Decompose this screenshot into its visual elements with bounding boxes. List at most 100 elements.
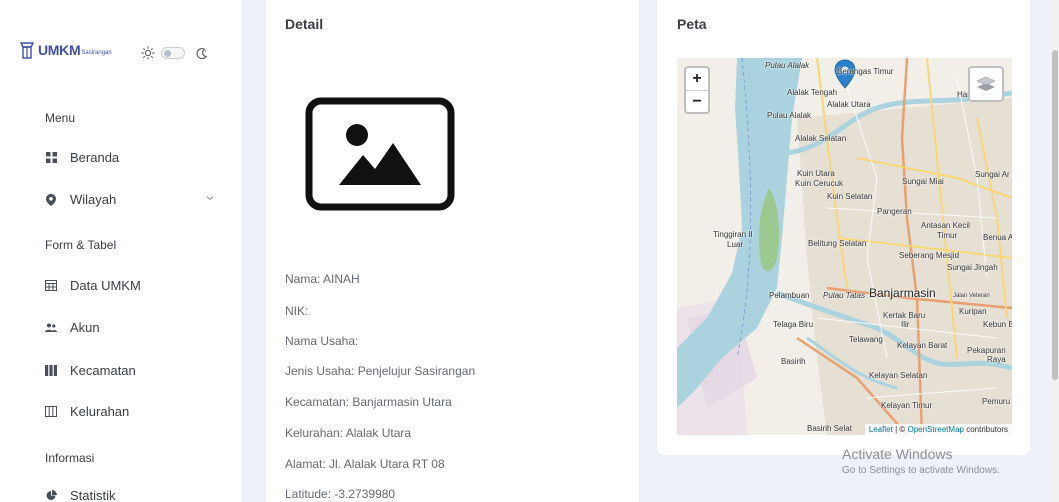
map-card: Peta Pulau Alalak Berangas Timur Alalak …	[657, 0, 1030, 455]
columns-icon	[45, 365, 57, 377]
map-label: Basirih Selat	[807, 424, 852, 433]
map-label: Pulau Alalak	[765, 61, 810, 70]
theme-switcher	[141, 46, 208, 60]
map-label: Kelayan Barat	[897, 341, 948, 350]
leaflet-link[interactable]: Leaflet	[869, 425, 893, 434]
map-label: Pemuru	[982, 397, 1011, 406]
sidebar-item-label: Beranda	[70, 150, 120, 165]
sidebar-item-label: Kecamatan	[70, 363, 136, 378]
brand-sub: Sasirangan	[81, 50, 112, 56]
zoom-control: + −	[684, 66, 710, 114]
map-label: Banjarmasin	[869, 286, 936, 300]
map-label: Pangeran	[877, 207, 912, 216]
field-latitude: Latitude: -3.2739980	[285, 487, 396, 501]
sidebar-section-form-tabel: Form & Tabel	[45, 238, 117, 252]
map-attribution: Leaflet | © OpenStreetMap contributors	[864, 424, 1012, 435]
map-label: Pekapuran	[967, 346, 1006, 355]
sidebar-item-label: Wilayah	[70, 192, 117, 207]
map-label: Timur	[937, 231, 958, 240]
map-label: Jalan Veteran	[953, 293, 990, 299]
map-label: Alalak Selatan	[795, 134, 847, 143]
field-kecamatan: Kecamatan: Banjarmasin Utara	[285, 395, 452, 409]
sidebar-item-statistik[interactable]: Statistik	[45, 488, 215, 502]
detail-title: Detail	[285, 16, 324, 32]
sidebar-item-label: Data UMKM	[70, 278, 141, 293]
map-label: Ilir	[901, 320, 910, 329]
map-label: Kertak Baru	[883, 311, 926, 320]
sidebar-item-kecamatan[interactable]: Kecamatan	[45, 363, 215, 378]
chevron-down-icon	[206, 196, 214, 201]
columns-outline-icon	[45, 406, 57, 418]
sidebar-item-wilayah[interactable]: Wilayah	[45, 192, 215, 207]
field-jenis-usaha: Jenis Usaha: Penjelujur Sasirangan	[285, 364, 476, 378]
osm-link[interactable]: OpenStreetMap	[907, 425, 963, 434]
grid-icon	[45, 152, 57, 164]
layers-button[interactable]	[968, 66, 1004, 102]
image-placeholder-icon	[305, 97, 455, 211]
page-scrollbar[interactable]	[1051, 0, 1059, 502]
map-label: Telaga Biru	[773, 320, 814, 329]
brand-logo-icon	[19, 42, 35, 59]
map-label: Luar	[727, 240, 744, 249]
pie-chart-icon	[45, 490, 57, 502]
zoom-in-button[interactable]: +	[686, 68, 708, 90]
map-label: Benua A	[983, 233, 1012, 242]
map-label: Kuripan	[959, 307, 987, 316]
map-label: Pulau Tatas	[823, 291, 865, 300]
watermark-line2: Go to Settings to activate Windows.	[842, 465, 1000, 476]
map-label: Kelayan Timur	[881, 401, 933, 410]
sidebar-item-data-umkm[interactable]: Data UMKM	[45, 278, 215, 293]
map-label: Antasan Kecil	[921, 221, 970, 230]
sidebar-item-label: Kelurahan	[70, 404, 130, 419]
map-label: Kuin Cerucuk	[795, 179, 844, 188]
field-kelurahan: Kelurahan: Alalak Utara	[285, 426, 412, 440]
layers-icon	[976, 76, 996, 91]
users-icon	[45, 322, 57, 334]
brand-name: UMKM	[38, 42, 81, 58]
attribution-suffix: contributors	[963, 425, 1008, 434]
map-label: Belitung Selatan	[808, 239, 867, 248]
sidebar-section-menu: Menu	[45, 111, 76, 125]
field-nik: NIK:	[285, 304, 309, 318]
brand[interactable]: UMKM Sasirangan	[18, 40, 112, 60]
sidebar-item-akun[interactable]: Akun	[45, 320, 215, 335]
map-label: Seberang Mesjid	[899, 251, 960, 260]
map-label: Tinggiran II	[713, 230, 753, 239]
field-nama: Nama: AINAH	[285, 272, 360, 286]
map-label: Telawang	[849, 335, 883, 344]
sidebar-section-informasi: Informasi	[45, 451, 95, 465]
sidebar: UMKM Sasirangan Menu Beranda Wilayah For…	[0, 0, 241, 502]
sidebar-item-label: Akun	[70, 320, 100, 335]
map-label: Berangas Timur	[837, 67, 894, 76]
moon-icon	[196, 47, 207, 59]
map-label: Basirih	[781, 357, 806, 366]
map-pin-icon	[45, 193, 57, 206]
map-label: Sungai Ar	[975, 170, 1010, 179]
detail-card: Detail Nama: AINAH NIK: Nama Usaha: Jeni…	[266, 0, 639, 502]
activate-windows-watermark: Activate Windows Go to Settings to activ…	[842, 446, 1000, 476]
map-label: Raya	[987, 355, 1006, 364]
map-label: Kelayan Selatan	[869, 371, 928, 380]
leaflet-map[interactable]: Pulau Alalak Berangas Timur Alalak Tenga…	[677, 58, 1012, 435]
attribution-separator: | ©	[892, 425, 908, 434]
map-label: Alalak Tengah	[787, 88, 838, 97]
sidebar-item-label: Statistik	[70, 488, 116, 502]
sidebar-item-kelurahan[interactable]: Kelurahan	[45, 404, 215, 419]
table-icon	[45, 280, 57, 292]
theme-toggle[interactable]	[161, 47, 185, 59]
map-label: Kuin Utara	[797, 169, 835, 178]
watermark-line1: Activate Windows	[842, 446, 953, 462]
map-label: Kuin Selatan	[827, 192, 873, 201]
field-nama-usaha: Nama Usaha:	[285, 334, 359, 348]
map-label: Sungai Miai	[902, 177, 944, 186]
field-alamat: Alamat: Jl. Alalak Utara RT 08	[285, 457, 445, 471]
sidebar-item-beranda[interactable]: Beranda	[45, 150, 215, 165]
map-label: Kebun Bu	[983, 320, 1012, 329]
map-label: Pulau Alalak	[767, 111, 812, 120]
map-label: Alalak Utara	[827, 100, 871, 109]
map-label: Pelambuan	[769, 291, 810, 300]
scrollbar-thumb[interactable]	[1052, 50, 1058, 380]
map-title: Peta	[677, 16, 707, 32]
zoom-out-button[interactable]: −	[686, 90, 708, 112]
map-label: Sungai Jingah	[947, 263, 998, 272]
